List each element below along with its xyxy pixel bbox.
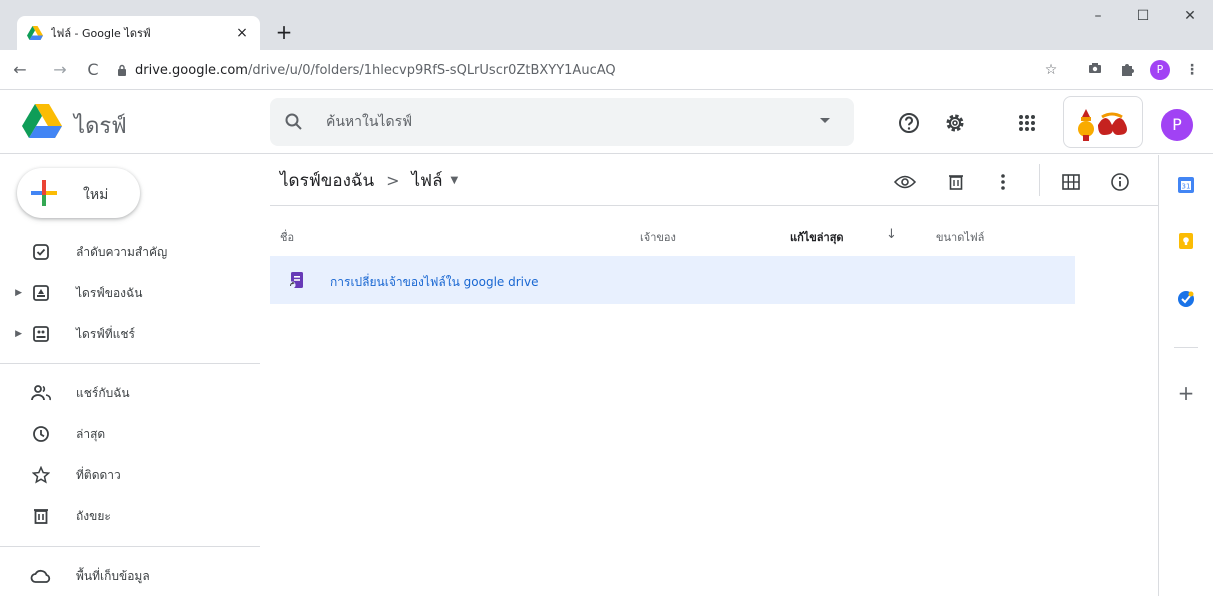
search-input[interactable] — [326, 98, 806, 146]
clock-icon — [30, 423, 52, 445]
sidebar: ใหม่ ลำดับความสำคัญ ▶ ไดรฟ์ของฉัน ▶ ไดรฟ… — [0, 155, 270, 596]
account-avatar[interactable]: P — [1161, 109, 1193, 141]
cloud-icon — [30, 565, 52, 587]
url-path: /drive/u/0/folders/1hlecvp9RfS-sQLrUscr0… — [247, 62, 616, 78]
organization-emblem-icon — [1078, 109, 1127, 141]
new-plus-icon — [31, 180, 57, 206]
breadcrumb-separator: > — [386, 170, 400, 190]
minimize-button[interactable]: – — [1088, 8, 1108, 24]
sidebar-item-label: แชร์กับฉัน — [76, 385, 130, 400]
sidebar-item-label: ไดรฟ์ของฉัน — [76, 285, 143, 300]
more-actions-icon[interactable] — [991, 170, 1015, 194]
settings-icon[interactable] — [942, 110, 968, 136]
keep-icon[interactable] — [1176, 231, 1196, 251]
svg-text:31: 31 — [1182, 183, 1191, 191]
get-addons-button[interactable]: + — [1176, 381, 1196, 405]
column-header-owner[interactable]: เจ้าของ — [640, 228, 676, 246]
calendar-icon[interactable]: 31 — [1176, 175, 1196, 195]
sidebar-item-shared-drives[interactable]: ▶ ไดรฟ์ที่แชร์ — [0, 318, 260, 350]
column-header-file-size[interactable]: ขนาดไฟล์ — [936, 228, 984, 246]
tab-title: ไฟล์ - Google ไดรฟ์ — [51, 27, 151, 40]
column-header-name[interactable]: ชื่อ — [280, 228, 294, 246]
browser-profile-avatar[interactable]: P — [1150, 60, 1170, 80]
sidebar-item-label: ลำดับความสำคัญ — [76, 244, 168, 259]
maximize-button[interactable]: ☐ — [1133, 8, 1153, 24]
expand-arrow-icon[interactable]: ▶ — [8, 288, 22, 298]
sidebar-item-trash[interactable]: ถังขยะ — [0, 500, 260, 532]
side-panel-divider — [1174, 347, 1198, 348]
sidebar-item-my-drive[interactable]: ▶ ไดรฟ์ของฉัน — [0, 277, 260, 309]
shared-drives-icon — [30, 323, 52, 345]
browser-tab[interactable]: ไฟล์ - Google ไดรฟ์ × — [17, 16, 260, 50]
sidebar-divider — [0, 363, 260, 364]
breadcrumb-current-folder[interactable]: ไฟล์ — [412, 167, 443, 194]
preview-eye-icon[interactable] — [893, 170, 917, 194]
organization-logo[interactable] — [1063, 96, 1143, 148]
trash-icon — [30, 505, 52, 527]
new-button[interactable]: ใหม่ — [17, 168, 140, 218]
new-tab-button[interactable]: + — [272, 20, 296, 44]
camera-icon[interactable] — [1086, 62, 1104, 78]
extensions-icon[interactable] — [1118, 62, 1136, 80]
sidebar-item-label: ที่ติดดาว — [76, 467, 121, 482]
shared-with-me-icon — [30, 382, 52, 404]
screen: ไฟล์ - Google ไดรฟ์ × + – ☐ ✕ ← → C driv… — [0, 0, 1213, 596]
search-options-dropdown-icon[interactable] — [820, 118, 830, 124]
column-header-last-modified[interactable]: แก้ไขล่าสุด — [790, 228, 844, 246]
toolbar-divider — [1039, 164, 1040, 196]
help-icon[interactable] — [896, 110, 922, 136]
apps-grid-icon[interactable] — [1014, 110, 1040, 136]
details-info-icon[interactable] — [1108, 170, 1132, 194]
breadcrumb: ไดรฟ์ของฉัน > ไฟล์ ▼ — [280, 165, 458, 195]
sidebar-item-recent[interactable]: ล่าสุด — [0, 418, 260, 450]
sidebar-item-label: พื้นที่เก็บข้อมูล — [76, 568, 150, 583]
star-icon — [30, 464, 52, 486]
grid-view-icon[interactable] — [1059, 170, 1083, 194]
bookmark-star-icon[interactable]: ☆ — [1042, 62, 1060, 78]
form-shortcut-icon — [288, 272, 303, 289]
address-bar[interactable]: drive.google.com/drive/u/0/folders/1hlec… — [117, 57, 1147, 83]
sidebar-item-label: ล่าสุด — [76, 426, 106, 441]
window-close-button[interactable]: ✕ — [1180, 8, 1200, 24]
sidebar-item-priority[interactable]: ลำดับความสำคัญ — [0, 236, 260, 268]
drive-header: ไดรฟ์ ค้นหาในไดรฟ์ P — [0, 90, 1213, 154]
browser-menu-icon[interactable]: ⋮ — [1183, 62, 1201, 78]
breadcrumb-my-drive[interactable]: ไดรฟ์ของฉัน — [280, 167, 374, 194]
sidebar-item-label: ไดรฟ์ที่แชร์ — [76, 326, 136, 341]
file-name[interactable]: การเปลี่ยนเจ้าของไฟล์ใน google drive — [330, 273, 538, 292]
sidebar-divider — [0, 546, 260, 547]
url-host: drive.google.com — [135, 62, 248, 78]
drive-favicon-icon — [27, 26, 43, 40]
sort-descending-icon[interactable]: ↓ — [886, 227, 897, 242]
sidebar-item-starred[interactable]: ที่ติดดาว — [0, 459, 260, 491]
browser-tab-strip: ไฟล์ - Google ไดรฟ์ × + – ☐ ✕ — [0, 0, 1213, 50]
expand-arrow-icon[interactable]: ▶ — [8, 329, 22, 339]
search-bar — [270, 98, 854, 146]
tab-close-icon[interactable]: × — [234, 25, 250, 41]
delete-trash-icon[interactable] — [944, 170, 968, 194]
priority-check-icon — [30, 241, 52, 263]
side-panel: 31 + — [1158, 155, 1213, 596]
file-row[interactable]: การเปลี่ยนเจ้าของไฟล์ใน google drive — [270, 256, 1075, 304]
sidebar-item-shared-with-me[interactable]: แชร์กับฉัน — [0, 377, 260, 409]
header-divider — [270, 205, 1158, 206]
folder-menu-dropdown-icon[interactable]: ▼ — [451, 175, 459, 186]
drive-logo-icon[interactable] — [22, 104, 62, 138]
app-name[interactable]: ไดรฟ์ — [74, 108, 127, 143]
sidebar-item-label: ถังขยะ — [76, 508, 111, 523]
url-text: drive.google.com/drive/u/0/folders/1hlec… — [135, 63, 616, 78]
my-drive-icon — [30, 282, 52, 304]
back-button[interactable]: ← — [10, 60, 30, 79]
forward-button[interactable]: → — [50, 60, 70, 79]
sidebar-item-storage[interactable]: พื้นที่เก็บข้อมูล — [0, 560, 260, 592]
reload-button[interactable]: C — [83, 60, 103, 79]
lock-icon — [118, 64, 126, 76]
search-icon[interactable] — [284, 112, 304, 132]
new-button-label: ใหม่ — [83, 187, 109, 203]
tasks-icon[interactable] — [1176, 289, 1196, 309]
browser-toolbar: ← → C drive.google.com/drive/u/0/folders… — [0, 50, 1213, 90]
